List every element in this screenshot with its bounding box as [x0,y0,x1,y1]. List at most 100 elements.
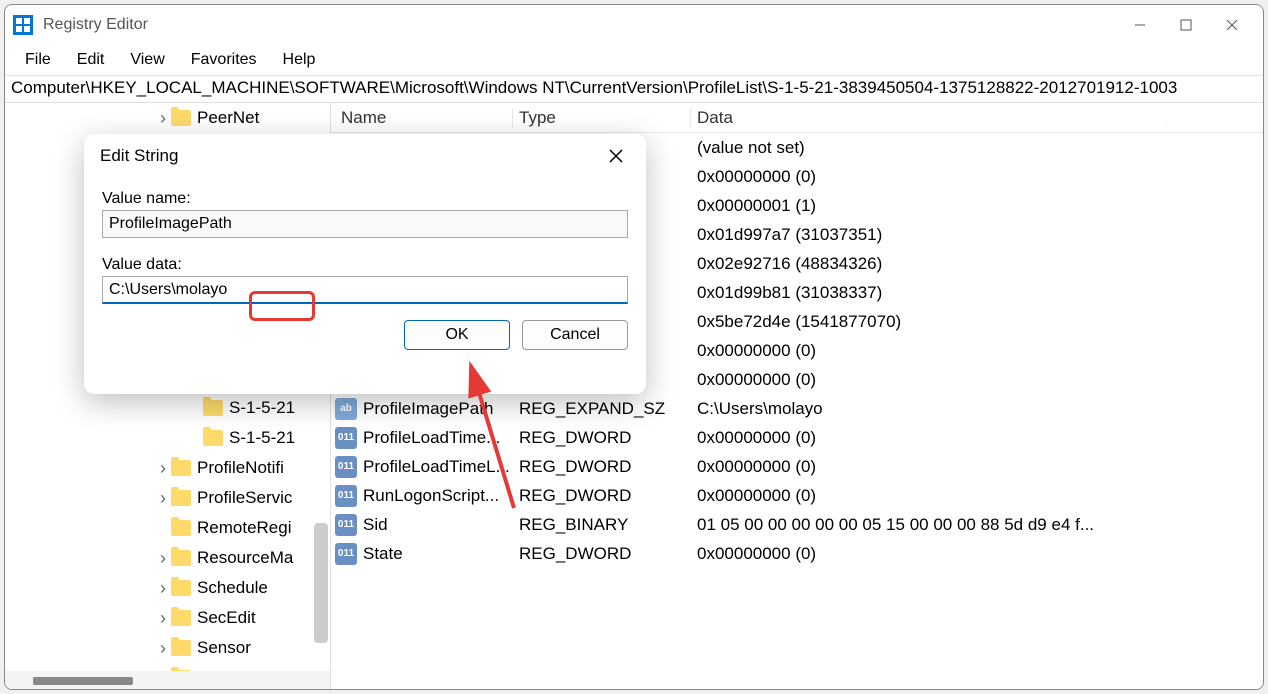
tree-item[interactable]: S-1-5-21 [5,393,330,423]
regedit-icon [13,15,33,35]
folder-icon [171,520,191,536]
value-name-input[interactable] [102,210,628,238]
value-data: 0x01d997a7 (31037351) [691,225,1263,245]
folder-icon [171,580,191,596]
column-type[interactable]: Type [513,108,691,128]
value-name: State [363,544,403,564]
tree-item-label: Sensor [197,638,251,658]
tree-item[interactable]: › SecEdit [5,603,330,633]
binary-value-icon: 011 [335,427,357,449]
value-data: 0x00000000 (0) [691,341,1263,361]
tree-item-label: ProfileServic [197,488,292,508]
binary-value-icon: 011 [335,543,357,565]
menu-favorites[interactable]: Favorites [179,47,269,73]
value-name: Sid [363,515,388,535]
folder-icon [171,490,191,506]
value-name: ProfileLoadTime... [363,428,500,448]
chevron-right-icon[interactable]: › [155,638,171,659]
maximize-button[interactable] [1163,9,1209,41]
string-value-icon: ab [335,398,357,420]
dialog-close-button[interactable] [602,142,630,170]
tree-item-label: S-1-5-21 [229,398,295,418]
value-data: 0x00000000 (0) [691,457,1263,477]
value-row[interactable]: 011 State REG_DWORD0x00000000 (0) [331,539,1263,568]
binary-value-icon: 011 [335,485,357,507]
values-header: Name Type Data [331,103,1263,133]
tree-item[interactable]: › PeerNet [5,103,330,133]
tree-item-label: SecEdit [197,608,256,628]
value-data: 0x5be72d4e (1541877070) [691,312,1263,332]
menu-view[interactable]: View [118,47,176,73]
chevron-right-icon[interactable]: › [155,108,171,129]
value-data: 0x02e92716 (48834326) [691,254,1263,274]
value-type: REG_DWORD [513,428,691,448]
value-row[interactable]: ab ProfileImagePath REG_EXPAND_SZC:\Users\… [331,394,1263,423]
column-data[interactable]: Data [691,108,1263,128]
minimize-button[interactable] [1117,9,1163,41]
tree-scrollbar-horizontal-track[interactable] [5,671,330,689]
menu-file[interactable]: File [13,47,63,73]
folder-icon [203,400,223,416]
chevron-right-icon[interactable]: › [155,578,171,599]
folder-icon [203,430,223,446]
value-type: REG_DWORD [513,544,691,564]
tree-item[interactable]: ›ProfileNotifi [5,453,330,483]
value-data: C:\Users\molayo [691,399,1263,419]
chevron-right-icon[interactable]: › [155,488,171,509]
tree-item-label: S-1-5-21 [229,428,295,448]
tree-item-label: RemoteRegi [197,518,292,538]
value-data: 01 05 00 00 00 00 00 05 15 00 00 00 88 5… [691,515,1263,535]
edit-string-dialog: Edit String Value name: Value data: OK C… [84,134,646,394]
tree-scrollbar-vertical[interactable] [314,523,328,643]
value-data: 0x00000000 (0) [691,544,1263,564]
tree-item-label: PeerNet [197,108,259,128]
value-data: 0x00000001 (1) [691,196,1263,216]
chevron-right-icon[interactable]: › [155,458,171,479]
folder-icon [171,460,191,476]
tree-item[interactable]: S-1-5-21 [5,423,330,453]
tree-item[interactable]: › ProfileServic [5,483,330,513]
chevron-right-icon[interactable]: › [155,608,171,629]
column-name[interactable]: Name [331,108,513,128]
tree-item[interactable]: RemoteRegi [5,513,330,543]
value-name: ProfileLoadTimeL... [363,457,510,477]
close-button[interactable] [1209,9,1255,41]
value-type: REG_BINARY [513,515,691,535]
value-row[interactable]: 011RunLogonScript...REG_DWORD0x00000000 … [331,481,1263,510]
folder-icon [171,610,191,626]
value-data: 0x00000000 (0) [691,167,1263,187]
value-data: 0x00000000 (0) [691,428,1263,448]
app-title: Registry Editor [43,16,148,34]
address-bar[interactable]: Computer\HKEY_LOCAL_MACHINE\SOFTWARE\Mic… [5,75,1263,103]
tree-item-label: ResourceMa [197,548,293,568]
menubar: File Edit View Favorites Help [5,45,1263,75]
value-data: 0x00000000 (0) [691,370,1263,390]
chevron-right-icon[interactable]: › [155,548,171,569]
value-row[interactable]: 011 Sid REG_BINARY01 05 00 00 00 00 00 05 … [331,510,1263,539]
binary-value-icon: 011 [335,514,357,536]
tree-item[interactable]: › Schedule [5,573,330,603]
value-data: 0x01d99b81 (31038337) [691,283,1263,303]
value-type: REG_EXPAND_SZ [513,399,691,419]
tree-item[interactable]: ›setup [5,663,330,671]
folder-icon [171,640,191,656]
value-data: 0x00000000 (0) [691,486,1263,506]
menu-help[interactable]: Help [271,47,328,73]
folder-icon [171,550,191,566]
tree-scrollbar-horizontal-thumb[interactable] [33,677,133,685]
binary-value-icon: 011 [335,456,357,478]
tree-item[interactable]: › Sensor [5,633,330,663]
ok-button[interactable]: OK [404,320,510,350]
value-type: REG_DWORD [513,457,691,477]
tree-item[interactable]: › ResourceMa [5,543,330,573]
value-data-input[interactable] [102,276,628,304]
value-data: (value not set) [691,138,1263,158]
value-row[interactable]: 011 ProfileLoadTimeL...REG_DWORD0x0000000… [331,452,1263,481]
value-row[interactable]: 011 ProfileLoadTime... REG_DWORD0x00000000… [331,423,1263,452]
cancel-button[interactable]: Cancel [522,320,628,350]
folder-icon [171,110,191,126]
tree-item-label: Schedule [197,578,268,598]
value-name-label: Value name: [102,190,628,208]
menu-edit[interactable]: Edit [65,47,117,73]
value-name: ProfileImagePath [363,399,493,419]
